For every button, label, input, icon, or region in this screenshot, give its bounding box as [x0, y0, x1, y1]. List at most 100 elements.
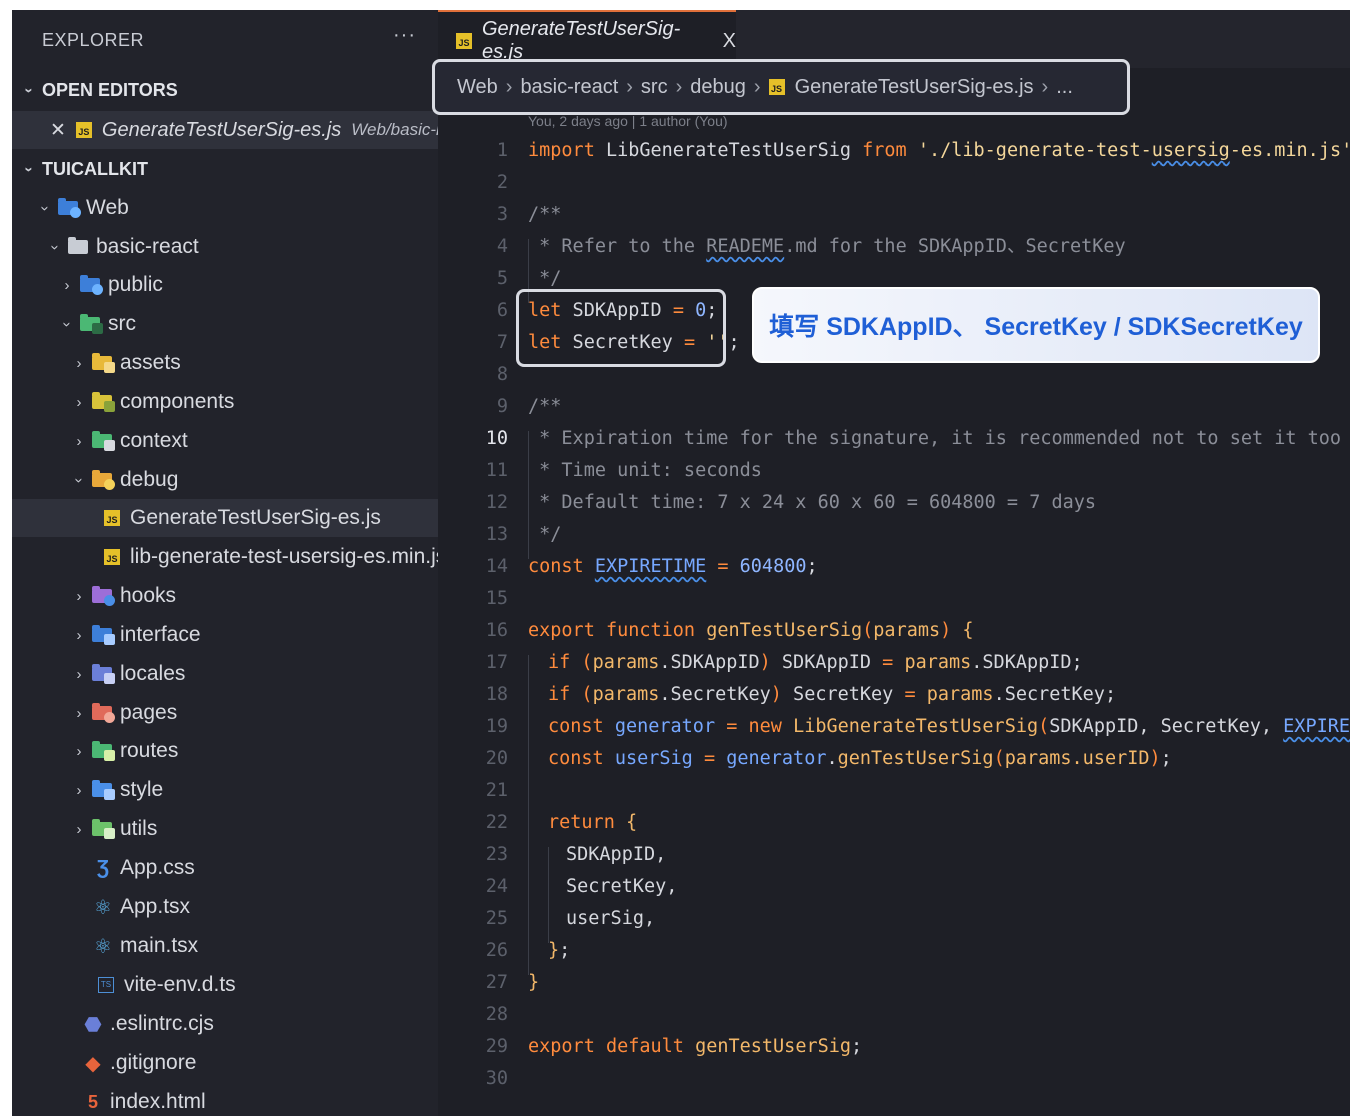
code-line: 13 */: [438, 519, 1350, 551]
tree-item-components[interactable]: › components: [12, 383, 438, 421]
tree-item-vite-env[interactable]: TS vite-env.d.ts: [12, 966, 438, 1004]
code-token: */: [528, 524, 562, 545]
code-token: genTestUserSig: [837, 748, 994, 769]
tree-item-lib-file[interactable]: JS lib-generate-test-usersig-es.min.js: [12, 538, 446, 576]
line-number: 29: [485, 1036, 508, 1057]
tree-item-debug[interactable]: › debug: [12, 461, 438, 499]
code-line: 15: [438, 583, 1350, 615]
code-line: 23 SDKAppID,: [438, 839, 1350, 871]
tree-item-generate-file[interactable]: JS GenerateTestUserSig-es.js: [12, 499, 438, 537]
more-actions-icon[interactable]: ···: [393, 24, 416, 47]
code-token: SDKAppID: [770, 652, 883, 673]
code-token: -es.min.js': [1229, 140, 1350, 161]
tree-item-app-tsx[interactable]: ⚛ App.tsx: [12, 888, 438, 926]
close-icon[interactable]: ✕: [50, 119, 66, 142]
line-number: 25: [485, 908, 508, 929]
code-line: 18 if (params.SecretKey) SecretKey = para…: [438, 679, 1350, 711]
tree-item-web[interactable]: › Web: [12, 189, 438, 227]
code-token: if: [548, 652, 571, 673]
tree-label: lib-generate-test-usersig-es.min.js: [130, 545, 447, 568]
vscode-window: EXPLORER ··· › OPEN EDITORS ✕ JS Generat…: [12, 10, 1350, 1116]
code-token: }: [548, 940, 560, 961]
chevron-right-icon: ›: [76, 354, 82, 372]
tree-label: assets: [120, 351, 181, 374]
code-line: 26};: [438, 935, 1350, 967]
tree-item-hooks[interactable]: › hooks: [12, 577, 438, 615]
code-token: ): [759, 652, 771, 673]
code-line: 17 if (params.SDKAppID) SDKAppID = params…: [438, 647, 1350, 679]
git-file-icon: ◆: [85, 1052, 101, 1075]
style-folder-icon: [92, 780, 115, 800]
tree-item-style[interactable]: › style: [12, 771, 438, 809]
breadcrumb-web[interactable]: Web: [457, 76, 498, 99]
breadcrumb-more[interactable]: ...: [1056, 76, 1073, 99]
react-file-icon: ⚛: [94, 896, 112, 919]
line-number: 15: [485, 588, 508, 609]
line-number: 9: [496, 396, 508, 417]
code-token: SDKAppID, SecretKey,: [1049, 716, 1284, 737]
open-editor-item[interactable]: ✕ JS GenerateTestUserSig-es.js Web/basic…: [12, 111, 455, 149]
code-token: SecretKey: [781, 684, 905, 705]
line-number: 30: [485, 1068, 508, 1089]
code-token: params: [592, 684, 660, 705]
line-number: 10: [485, 428, 508, 449]
chevron-down-icon: ›: [20, 166, 38, 172]
code-line: 3 /**: [438, 199, 1350, 231]
tree-item-locales[interactable]: › locales: [12, 655, 438, 693]
js-file-icon: JS: [104, 510, 120, 526]
breadcrumb-basic-react[interactable]: basic-react: [520, 76, 618, 99]
tree-item-eslintrc[interactable]: ⬣ .eslintrc.cjs: [12, 1005, 438, 1043]
code-token: * Default time: 7 x 24 x 60 x 60 = 60480…: [528, 492, 1097, 513]
code-token: userSig,: [566, 908, 656, 929]
code-token: if: [548, 684, 571, 705]
tree-item-main-tsx[interactable]: ⚛ main.tsx: [12, 927, 438, 965]
tree-item-basic-react[interactable]: › basic-react: [12, 228, 438, 266]
breadcrumb: Web › basic-react › src › debug › JS Gen…: [432, 59, 1130, 115]
tree-label: src: [108, 312, 136, 335]
tree-item-pages[interactable]: › pages: [12, 694, 438, 732]
code-token: genTestUserSig: [683, 1036, 852, 1057]
open-editors-section[interactable]: › OPEN EDITORS: [12, 71, 438, 109]
eslint-file-icon: ⬣: [84, 1013, 102, 1036]
chevron-down-icon: ›: [46, 244, 64, 250]
breadcrumb-src[interactable]: src: [641, 76, 668, 99]
tree-label: utils: [120, 817, 158, 840]
tree-label: components: [120, 390, 235, 413]
breadcrumb-file[interactable]: GenerateTestUserSig-es.js: [795, 76, 1034, 99]
breadcrumb-debug[interactable]: debug: [690, 76, 746, 99]
explorer-header: EXPLORER ···: [12, 10, 438, 68]
tree-item-index-html[interactable]: 5 index.html: [12, 1083, 438, 1116]
chevron-right-icon: ›: [76, 393, 82, 411]
tree-item-routes[interactable]: › routes: [12, 732, 438, 770]
tree-label: App.tsx: [120, 895, 191, 918]
tree-item-interface[interactable]: › interface: [12, 616, 438, 654]
code-line: 20 const userSig = generator.genTestUserS…: [438, 743, 1350, 775]
code-token: import: [528, 140, 595, 161]
js-file-icon: JS: [456, 33, 472, 49]
tree-item-assets[interactable]: › assets: [12, 344, 438, 382]
tab-close-icon[interactable]: X: [723, 30, 736, 53]
chevron-right-icon: ›: [675, 75, 683, 98]
line-number: 19: [485, 716, 508, 737]
code-token: * Refer to the: [528, 236, 707, 257]
code-token: .SDKAppID;: [971, 652, 1083, 673]
tree-label: debug: [120, 468, 179, 491]
project-label: TUICALLKIT: [42, 158, 148, 179]
tree-item-src[interactable]: › src: [12, 305, 438, 343]
tree-item-app-css[interactable]: Ʒ App.css: [12, 849, 438, 887]
tree-item-utils[interactable]: › utils: [12, 810, 438, 848]
codelens-blame[interactable]: You, 2 days ago | 1 author (You): [528, 113, 728, 129]
code-token: .: [826, 748, 838, 769]
chevron-right-icon: ›: [76, 820, 82, 838]
project-section[interactable]: › TUICALLKIT: [12, 150, 438, 188]
tree-item-public[interactable]: › public: [12, 266, 438, 304]
line-number: 14: [485, 556, 508, 577]
code-token: .SecretKey: [659, 684, 771, 705]
tree-item-gitignore[interactable]: ◆ .gitignore: [12, 1044, 438, 1082]
code-token: params: [592, 652, 660, 673]
code-line: 1 import LibGenerateTestUserSig from './l…: [438, 135, 1350, 167]
line-number: 24: [485, 876, 508, 897]
code-token: /**: [528, 396, 562, 417]
hooks-folder-icon: [92, 586, 115, 606]
tree-item-context[interactable]: › context: [12, 422, 438, 460]
